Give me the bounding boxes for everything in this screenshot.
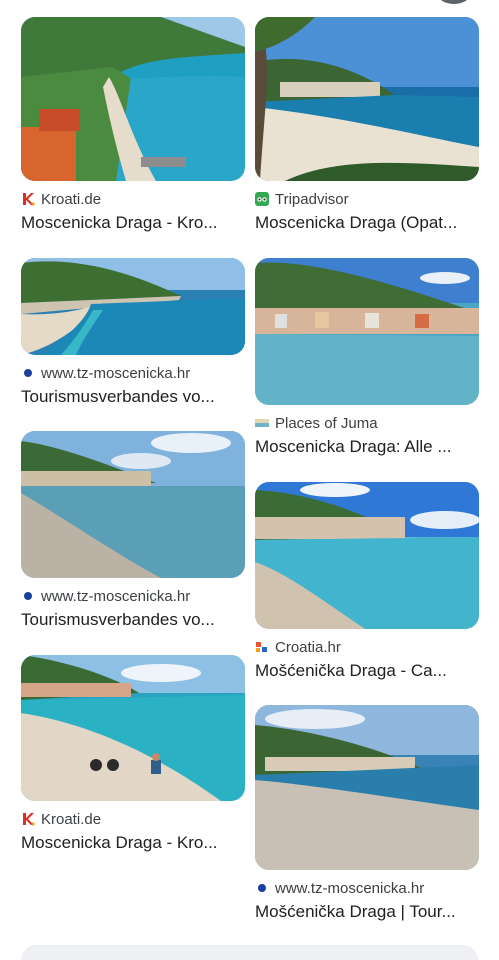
blue-dot-icon	[255, 881, 269, 895]
result-source[interactable]: www.tz-moscenicka.hr	[21, 586, 245, 606]
result-source[interactable]: Kroati.de	[21, 809, 245, 829]
places-of-juma-logo-icon	[255, 416, 269, 430]
result-source-name: Croatia.hr	[275, 638, 341, 656]
result-source-name: Places of Juma	[275, 414, 378, 432]
image-result-card[interactable]: www.tz-moscenicka.hr Tourismusverbandes …	[21, 431, 245, 631]
result-source[interactable]: Kroati.de	[21, 189, 245, 209]
result-source[interactable]: www.tz-moscenicka.hr	[21, 363, 245, 383]
result-title[interactable]: Tourismusverbandes vo...	[21, 609, 245, 631]
result-source-name: Kroati.de	[41, 810, 102, 828]
result-title[interactable]: Moscenicka Draga - Kro...	[21, 212, 245, 234]
image-result-card[interactable]: www.tz-moscenicka.hr Tourismusverbandes …	[21, 258, 245, 408]
result-source-name: Kroati.de	[41, 190, 102, 208]
image-result-card[interactable]: Tripadvisor Moscenicka Draga (Opat...	[255, 17, 479, 234]
result-source[interactable]: www.tz-moscenicka.hr	[255, 878, 479, 898]
result-thumbnail[interactable]	[21, 258, 245, 355]
result-thumbnail[interactable]	[21, 655, 245, 801]
result-thumbnail[interactable]	[21, 17, 245, 181]
tripadvisor-logo-icon	[255, 192, 269, 206]
result-thumbnail[interactable]	[255, 17, 479, 181]
result-source-name: Tripadvisor	[275, 190, 349, 208]
result-thumbnail[interactable]	[255, 705, 479, 870]
result-thumbnail[interactable]	[255, 482, 479, 629]
result-source[interactable]: Tripadvisor	[255, 189, 479, 209]
result-title[interactable]: Moscenicka Draga - Kro...	[21, 832, 245, 854]
croatia-logo-icon	[255, 640, 269, 654]
image-result-card[interactable]: www.tz-moscenicka.hr Mošćenička Draga | …	[255, 705, 479, 923]
image-result-card[interactable]: Croatia.hr Mošćenička Draga - Ca...	[255, 482, 479, 682]
result-title[interactable]: Moscenicka Draga: Alle ...	[255, 436, 479, 458]
result-title[interactable]: Moscenicka Draga (Opat...	[255, 212, 479, 234]
result-source-name: www.tz-moscenicka.hr	[275, 879, 425, 897]
result-source[interactable]: Places of Juma	[255, 413, 479, 433]
scroll-top-button[interactable]	[436, 0, 472, 4]
result-title[interactable]: Mošćenička Draga - Ca...	[255, 660, 479, 682]
image-result-card[interactable]: Kroati.de Moscenicka Draga - Kro...	[21, 17, 245, 234]
kroati-logo-icon	[21, 192, 35, 206]
image-result-card[interactable]: Places of Juma Moscenicka Draga: Alle ..…	[255, 258, 479, 458]
result-title[interactable]: Tourismusverbandes vo...	[21, 386, 245, 408]
result-source[interactable]: Croatia.hr	[255, 637, 479, 657]
result-thumbnail[interactable]	[255, 258, 479, 405]
image-result-card[interactable]: Kroati.de Moscenicka Draga - Kro...	[21, 655, 245, 854]
result-source-name: www.tz-moscenicka.hr	[41, 364, 191, 382]
result-thumbnail[interactable]	[21, 431, 245, 578]
blue-dot-icon	[21, 589, 35, 603]
blue-dot-icon	[21, 366, 35, 380]
result-source-name: www.tz-moscenicka.hr	[41, 587, 191, 605]
bottom-search-bar[interactable]	[21, 945, 478, 960]
result-title[interactable]: Mošćenička Draga | Tour...	[255, 901, 479, 923]
kroati-logo-icon	[21, 812, 35, 826]
